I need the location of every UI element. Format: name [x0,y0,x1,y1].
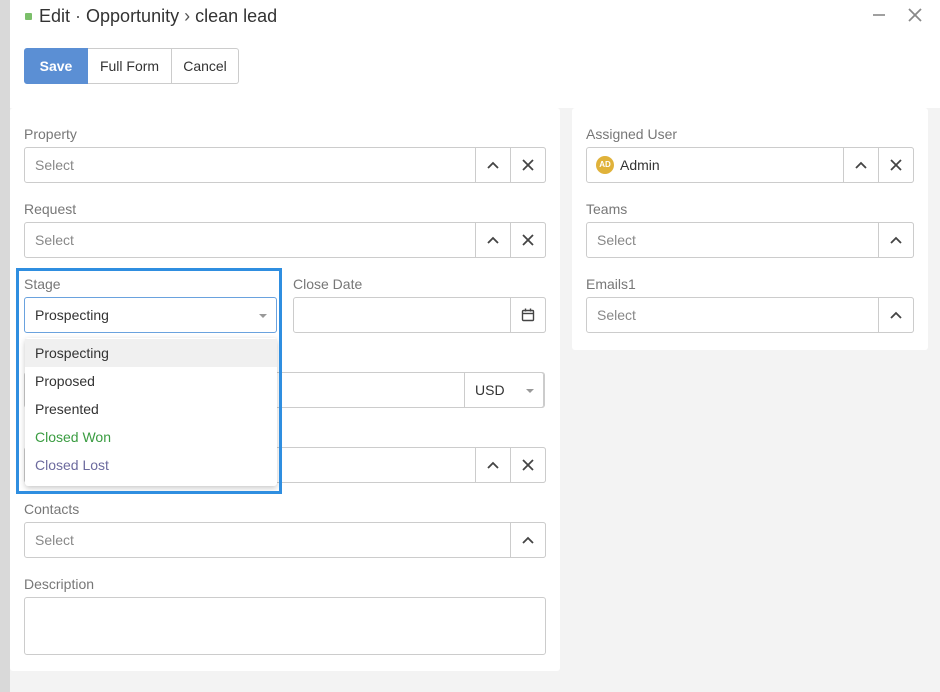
assigned-user-field[interactable]: AD Admin [586,147,914,183]
breadcrumb-separator: › [184,6,191,26]
emails-label: Emails1 [586,276,636,292]
title-separator: · [75,6,82,26]
clear-icon[interactable] [510,222,546,258]
currency-value: USD [475,382,505,398]
modal-title: Edit · Opportunity › clean lead [39,6,277,27]
teams-label: Teams [586,201,628,217]
cancel-button[interactable]: Cancel [172,48,239,84]
edit-modal: Edit · Opportunity › clean lead Save Full Fo… [10,0,940,692]
modal-header: Edit · Opportunity › clean lead [10,0,940,36]
title-entity-link[interactable]: Opportunity [86,6,179,26]
assigned-user-label: Assigned User [586,126,678,142]
stage-select[interactable]: Prospecting [24,297,277,333]
clear-icon[interactable] [510,447,546,483]
title-edit: Edit [39,6,71,26]
emails-field[interactable]: Select [586,297,914,333]
stage-option-closed-lost[interactable]: Closed Lost [25,451,277,479]
chevron-up-icon[interactable] [475,447,511,483]
property-label: Property [24,126,77,142]
stage-option-closed-won[interactable]: Closed Won [25,423,277,451]
currency-select[interactable]: USD [464,372,544,408]
action-button-group: Save Full Form Cancel [24,48,239,84]
close-icon[interactable] [904,5,926,27]
teams-field[interactable]: Select [586,222,914,258]
chevron-up-icon[interactable] [843,147,879,183]
chevron-up-icon[interactable] [475,147,511,183]
title-record: clean lead [195,6,278,26]
full-form-button[interactable]: Full Form [88,48,172,84]
avatar: AD [596,156,614,174]
chevron-up-icon[interactable] [510,522,546,558]
description-label: Description [24,576,95,592]
close-date-field[interactable] [293,297,546,333]
request-placeholder: Select [35,232,74,248]
stage-option-presented[interactable]: Presented [25,395,277,423]
modal-backdrop [0,0,10,692]
clear-icon[interactable] [878,147,914,183]
stage-label: Stage [24,276,61,292]
chevron-up-icon[interactable] [475,222,511,258]
save-button[interactable]: Save [24,48,88,84]
caret-down-icon [259,314,267,318]
status-dot [25,13,32,20]
stage-option-proposed[interactable]: Proposed [25,367,277,395]
property-placeholder: Select [35,157,74,173]
request-field[interactable]: Select [24,222,546,258]
calendar-icon[interactable] [510,297,546,333]
stage-value: Prospecting [35,307,109,323]
toolbar-area: Save Full Form Cancel [10,36,940,108]
assigned-user-value: Admin [620,157,660,173]
stage-option-prospecting[interactable]: Prospecting [25,339,277,367]
minimize-icon[interactable] [868,5,890,27]
stage-dropdown: Prospecting Proposed Presented Closed Wo… [25,338,277,486]
description-textarea[interactable] [24,597,546,655]
contacts-field[interactable]: Select [24,522,546,558]
caret-down-icon [526,389,534,393]
close-date-label: Close Date [293,276,363,292]
contacts-label: Contacts [24,501,80,517]
chevron-up-icon[interactable] [878,297,914,333]
teams-placeholder: Select [597,232,636,248]
chevron-up-icon[interactable] [878,222,914,258]
clear-icon[interactable] [510,147,546,183]
contacts-placeholder: Select [35,532,74,548]
request-label: Request [24,201,77,217]
property-field[interactable]: Select [24,147,546,183]
emails-placeholder: Select [597,307,636,323]
